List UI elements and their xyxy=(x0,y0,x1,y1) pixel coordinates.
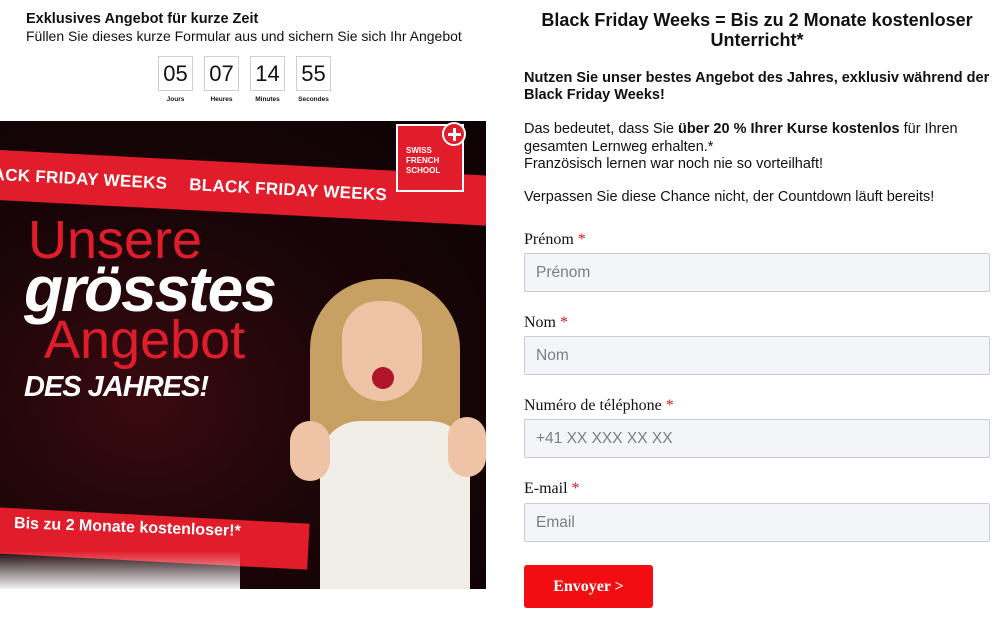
last-name-label-text: Nom xyxy=(524,314,556,331)
email-input[interactable] xyxy=(524,503,990,542)
banner-fade xyxy=(0,551,240,589)
first-name-input[interactable] xyxy=(524,253,990,292)
offer-title: Exklusives Angebot für kurze Zeit xyxy=(26,11,259,27)
woman-mouth xyxy=(372,367,394,389)
last-name-input[interactable] xyxy=(524,336,990,375)
countdown-seconds-label: Secondes xyxy=(298,96,329,103)
banner-headline-3: Angebot xyxy=(44,310,246,370)
countdown-minutes: 14 Minutes xyxy=(250,56,285,103)
offer-description-before: Das bedeutet, dass Sie xyxy=(524,121,678,137)
lead-text: Nutzen Sie unser bestes Angebot des Jahr… xyxy=(524,70,990,103)
promo-banner-image: ACK FRIDAY WEEKS BLACK FRIDAY WEEKS SWIS… xyxy=(0,121,486,589)
countdown-days: 05 Jours xyxy=(158,56,193,103)
logo-text: SWISS FRENCH SCHOOL xyxy=(406,146,441,175)
phone-label-text: Numéro de téléphone xyxy=(524,397,662,414)
countdown-hours: 07 Heures xyxy=(204,56,239,103)
countdown-seconds: 55 Secondes xyxy=(296,56,331,103)
woman-hand-left xyxy=(290,421,330,481)
submit-button[interactable]: Envoyer > xyxy=(524,565,653,608)
page-title: Black Friday Weeks = Bis zu 2 Monate kos… xyxy=(541,10,973,50)
countdown-seconds-value: 55 xyxy=(296,56,331,91)
woman-hand-right xyxy=(448,417,486,477)
offer-subtitle: Füllen Sie dieses kurze Formular aus und… xyxy=(26,28,462,44)
offer-description-bold: über 20 % Ihrer Kurse kostenlos xyxy=(677,121,900,137)
offer-description: Das bedeutet, dass Sie über 20 % Ihrer K… xyxy=(524,121,990,174)
urgency-text: Verpassen Sie diese Chance nicht, der Co… xyxy=(524,189,935,205)
first-name-label-text: Prénom xyxy=(524,231,574,248)
required-mark: * xyxy=(665,397,674,414)
offer-description-line2: Französisch lernen war noch nie so vorte… xyxy=(524,156,824,172)
countdown-timer: 05 Jours 07 Heures 14 Minutes 55 Seconde… xyxy=(158,56,331,103)
countdown-hours-value: 07 xyxy=(204,56,239,91)
school-logo: SWISS FRENCH SCHOOL xyxy=(396,122,466,192)
required-mark: * xyxy=(571,480,580,497)
email-label: E-mail * xyxy=(524,480,580,498)
email-label-text: E-mail xyxy=(524,480,568,497)
banner-strip-text-2: BLACK FRIDAY WEEKS xyxy=(188,175,388,205)
phone-label: Numéro de téléphone * xyxy=(524,397,674,415)
last-name-label: Nom * xyxy=(524,314,568,332)
countdown-hours-label: Heures xyxy=(210,96,233,103)
banner-strip-text: ACK FRIDAY WEEKS xyxy=(0,164,168,193)
required-mark: * xyxy=(577,231,586,248)
woman-photo xyxy=(290,271,486,589)
countdown-minutes-label: Minutes xyxy=(255,96,280,103)
first-name-label: Prénom * xyxy=(524,231,586,249)
swiss-cross-icon xyxy=(442,122,466,146)
phone-input[interactable] xyxy=(524,419,990,458)
countdown-minutes-value: 14 xyxy=(250,56,285,91)
countdown-days-value: 05 xyxy=(158,56,193,91)
left-column: Exklusives Angebot für kurze Zeit Füllen… xyxy=(0,0,500,635)
required-mark: * xyxy=(560,314,568,331)
banner-headline-4: DES JAHRES! xyxy=(24,371,209,403)
countdown-days-label: Jours xyxy=(166,96,185,103)
